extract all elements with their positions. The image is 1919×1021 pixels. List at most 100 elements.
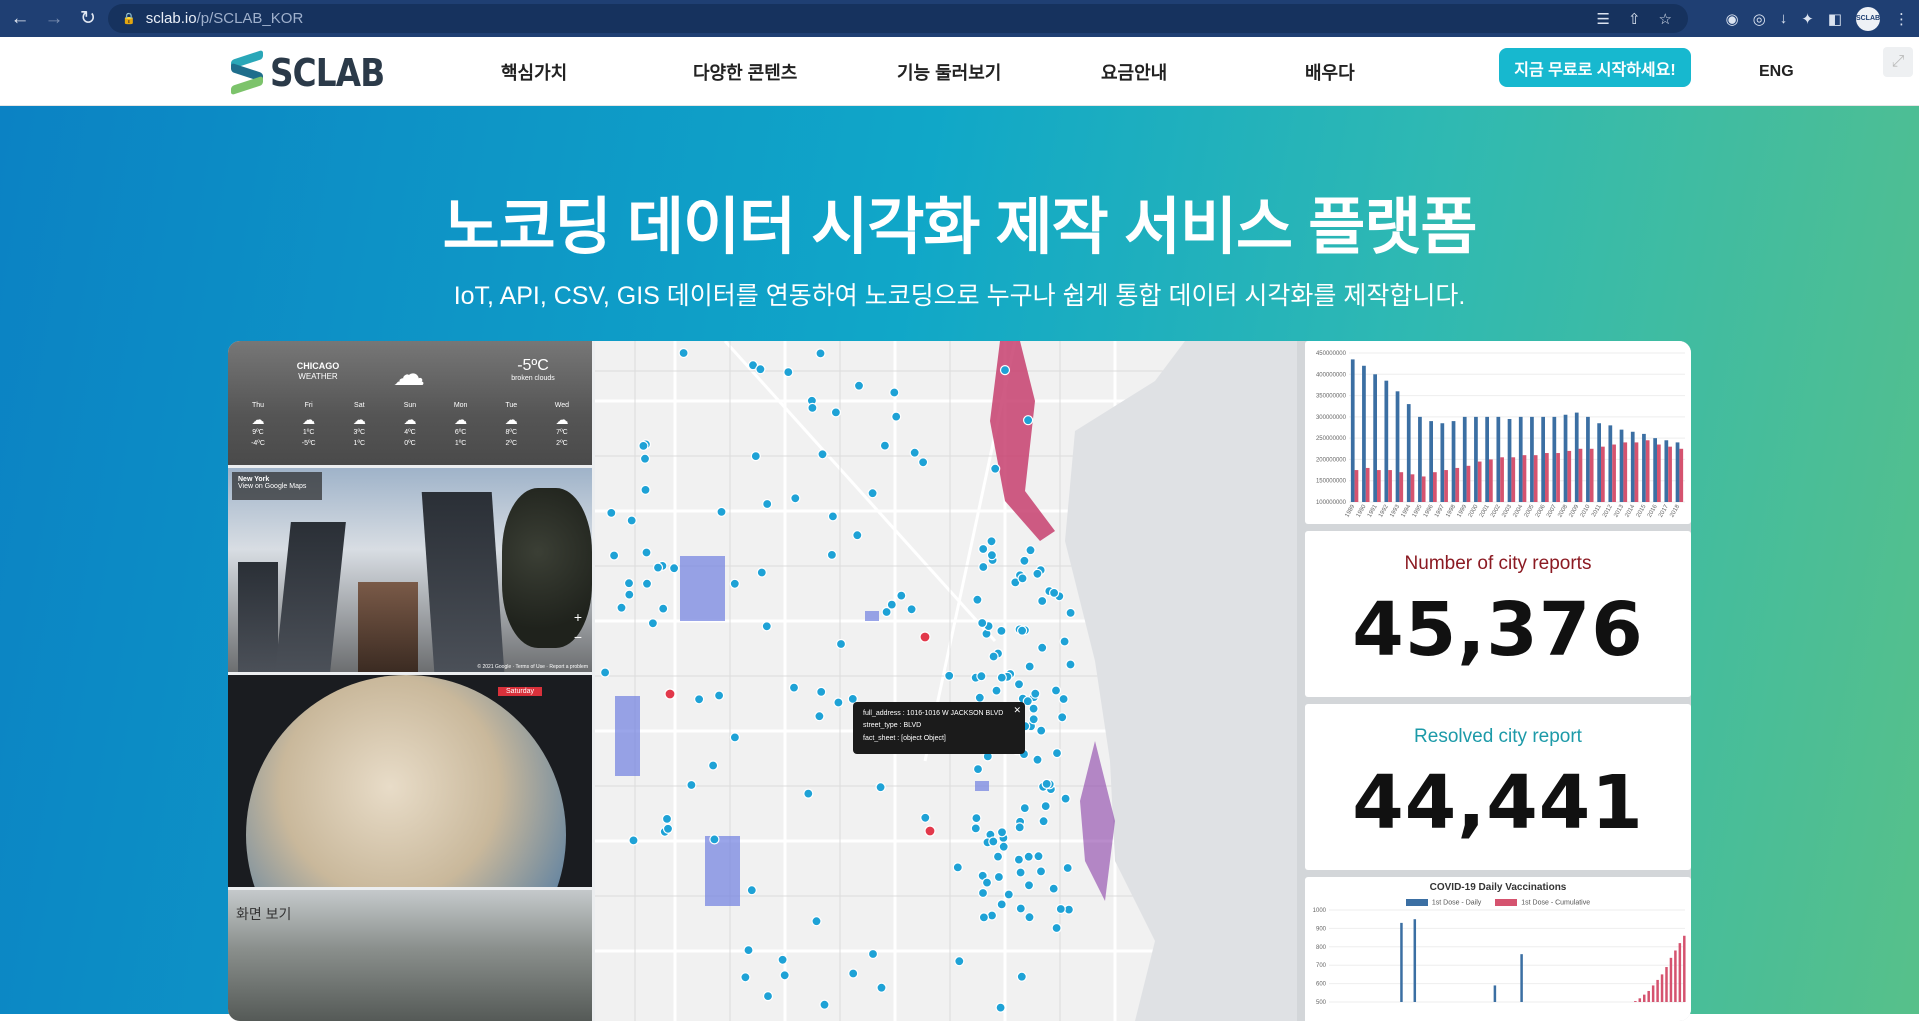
fullscreen-icon[interactable]: ⤢ bbox=[1883, 47, 1913, 77]
bar bbox=[1451, 421, 1456, 502]
map-marker bbox=[918, 457, 929, 468]
nav-pricing[interactable]: 요금안내 bbox=[1101, 37, 1167, 106]
street-view-widget[interactable]: New York View on Google Maps + − © 2021 Go… bbox=[228, 468, 592, 672]
forecast-day-label: Sun bbox=[403, 402, 417, 409]
map-marker bbox=[1033, 851, 1044, 862]
forecast-low: 0ºC bbox=[404, 439, 416, 447]
x-tick-label: 2005 bbox=[1524, 503, 1536, 518]
map-marker bbox=[1035, 866, 1047, 877]
start-free-button[interactable]: 지금 무료로 시작하세요! bbox=[1499, 48, 1691, 87]
bar bbox=[1406, 404, 1411, 502]
forecast-low: -4ºC bbox=[251, 439, 265, 447]
extensions-puzzle-icon[interactable]: ✦ bbox=[1801, 10, 1814, 28]
nav-core-value[interactable]: 핵심가치 bbox=[501, 37, 567, 106]
forecast-high: 4ºC bbox=[404, 429, 416, 437]
map-marker bbox=[875, 782, 886, 793]
profile-avatar[interactable]: SCLAB bbox=[1856, 6, 1880, 31]
map-marker bbox=[1023, 415, 1034, 426]
kebab-menu-icon[interactable]: ⋮ bbox=[1894, 10, 1909, 28]
map-marker bbox=[819, 999, 830, 1010]
bar bbox=[1520, 954, 1523, 1003]
map-marker bbox=[658, 603, 669, 614]
reload-icon[interactable]: ↻ bbox=[74, 5, 102, 33]
city-map[interactable]: ✕ full_address : 1016-1016 W JACKSON BLV… bbox=[595, 341, 1328, 1021]
amazon-extension-icon[interactable]: ↓ bbox=[1780, 10, 1788, 27]
bar bbox=[1489, 459, 1493, 502]
bar bbox=[1578, 448, 1583, 502]
traffic-camera-widget[interactable]: 화면 보기 bbox=[228, 890, 592, 1021]
bar bbox=[1399, 472, 1404, 502]
street-location-box: New York View on Google Maps bbox=[232, 472, 322, 500]
map-marker bbox=[616, 602, 627, 613]
globe-widget[interactable]: Saturday bbox=[228, 675, 592, 887]
map-marker bbox=[1017, 625, 1028, 636]
map-marker bbox=[1030, 688, 1041, 699]
map-marker bbox=[996, 625, 1007, 636]
map-marker bbox=[746, 885, 757, 896]
bookmark-star-icon[interactable]: ☆ bbox=[1659, 10, 1672, 28]
popup-close-icon[interactable]: ✕ bbox=[1013, 703, 1021, 719]
hero-title: 노코딩 데이터 시각화 제작 서비스 플랫폼 bbox=[442, 193, 1478, 262]
map-marker bbox=[814, 711, 825, 722]
forward-icon[interactable]: → bbox=[40, 5, 68, 33]
map-marker bbox=[970, 823, 981, 834]
map-marker bbox=[1036, 725, 1047, 736]
cloud-icon: ☁ bbox=[393, 356, 425, 392]
map-marker bbox=[1023, 880, 1035, 891]
x-tick-label: 1996 bbox=[1423, 503, 1435, 518]
bar bbox=[1518, 416, 1523, 502]
language-switch[interactable]: ENG bbox=[1759, 37, 1794, 106]
y-tick-label: 600 bbox=[1316, 982, 1327, 988]
map-marker bbox=[626, 515, 637, 526]
camera-extension-icon[interactable]: ◉ bbox=[1726, 10, 1739, 28]
weather-forecast: Thu ☁ 9ºC -4ºC Fri ☁ 1ºC -5ºC Sat ☁ 3ºC 1ºC Sun ☁ 4ºC 0… bbox=[238, 401, 582, 449]
kpi-resolved-reports: Resolved city report 44,441 bbox=[1305, 704, 1691, 870]
back-icon[interactable]: ← bbox=[6, 5, 34, 33]
right-widgets: 450000000 400000000 350000000 300000000 2500… bbox=[1297, 341, 1691, 1021]
zoom-controls[interactable]: + − bbox=[574, 608, 582, 647]
bar bbox=[1522, 455, 1527, 502]
map-marker bbox=[833, 697, 844, 708]
y-tick-label: 350000000 bbox=[1316, 394, 1347, 400]
nav-features[interactable]: 기능 둘러보기 bbox=[897, 37, 1001, 106]
nav-learn[interactable]: 배우다 bbox=[1305, 37, 1355, 106]
covid-legend: 1st Dose - Daily 1st Dose - Cumulative bbox=[1305, 899, 1691, 906]
map-marker bbox=[1028, 714, 1039, 725]
nav-contents[interactable]: 다양한 콘텐츠 bbox=[693, 37, 797, 106]
map-marker bbox=[830, 407, 841, 418]
address-bar[interactable]: 🔒 sclab.io/p/SCLAB_KOR ☰ ⇧ ☆ bbox=[108, 4, 1688, 33]
map-marker-alert bbox=[664, 688, 676, 700]
bar bbox=[1597, 423, 1601, 502]
forecast-day: Fri ☁ 1ºC -5ºC bbox=[289, 401, 329, 449]
map-marker bbox=[1048, 883, 1059, 894]
share-icon[interactable]: ⇧ bbox=[1628, 10, 1641, 28]
map-marker bbox=[909, 447, 920, 458]
map-marker bbox=[993, 871, 1004, 883]
x-tick-label: 1997 bbox=[1434, 503, 1446, 518]
color-extension-icon[interactable]: ◎ bbox=[1753, 10, 1766, 28]
sclab-logo[interactable]: SCLAB bbox=[231, 49, 403, 96]
map-marker bbox=[609, 550, 620, 561]
forecast-high: 1ºC bbox=[302, 429, 315, 437]
map-marker-alert bbox=[924, 825, 936, 837]
map-marker bbox=[998, 841, 1009, 852]
map-marker bbox=[1024, 912, 1035, 923]
map-canvas[interactable] bbox=[595, 341, 1328, 1021]
x-tick-label: 2015 bbox=[1636, 503, 1648, 518]
legend-item: 1st Dose - Daily bbox=[1405, 899, 1481, 906]
bar bbox=[1643, 994, 1646, 1003]
map-marker bbox=[783, 367, 794, 378]
forecast-day: Tue ☁ 8ºC 2ºC bbox=[491, 401, 531, 449]
bar bbox=[1642, 433, 1646, 502]
sidepanel-icon[interactable]: ◧ bbox=[1828, 10, 1842, 28]
map-marker bbox=[762, 990, 774, 1002]
forecast-high: 6ºC bbox=[454, 429, 467, 437]
map-marker bbox=[977, 617, 988, 629]
cloud-icon: ☁ bbox=[454, 411, 468, 427]
map-marker bbox=[1025, 545, 1036, 556]
translate-icon[interactable]: ☰ bbox=[1597, 10, 1610, 28]
bar bbox=[1647, 991, 1650, 1003]
map-marker bbox=[1059, 636, 1070, 647]
bar bbox=[1455, 467, 1460, 502]
map-marker bbox=[777, 954, 788, 965]
